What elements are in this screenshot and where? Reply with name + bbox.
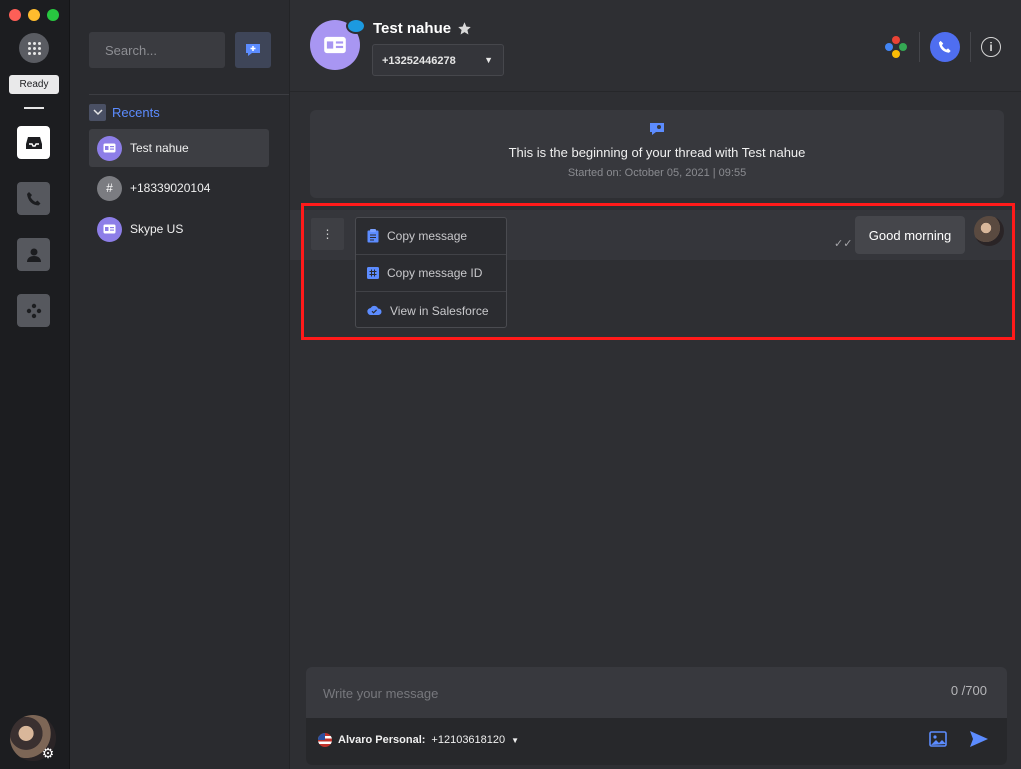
- contact-name: Test nahue: [130, 141, 189, 155]
- chat-bubble-icon: [650, 123, 664, 135]
- message-input[interactable]: Write your message: [323, 686, 438, 701]
- conversation-header: Test nahue +13252446278 ▼ i: [290, 0, 1021, 92]
- contact-item-skype-us[interactable]: Skype US: [89, 210, 269, 248]
- contact-item-test-nahue[interactable]: Test nahue: [89, 129, 269, 167]
- thread-started-text: Started on: October 05, 2021 | 09:55: [567, 167, 747, 179]
- header-divider: [970, 32, 971, 62]
- status-badge[interactable]: Ready: [9, 75, 59, 94]
- window-controls: [9, 9, 59, 21]
- phone-number-select[interactable]: +13252446278 ▼: [372, 44, 504, 76]
- us-flag-icon: [318, 733, 332, 747]
- header-actions: i: [883, 32, 1001, 62]
- id-card-icon: [97, 216, 122, 242]
- sender-number-select[interactable]: Alvaro Personal: +12103618120 ▼: [318, 733, 519, 747]
- contact-name: +18339020104: [130, 181, 211, 195]
- apps-button[interactable]: [17, 294, 50, 327]
- rail-divider: [24, 107, 44, 109]
- contact-icon: [26, 248, 41, 262]
- hash-avatar-icon: #: [97, 175, 122, 201]
- salesforce-badge-icon: [346, 18, 366, 34]
- new-chat-icon: [246, 44, 260, 56]
- recents-section-toggle[interactable]: Recents: [89, 104, 160, 121]
- character-counter: 0 /700: [950, 683, 987, 698]
- contact-title: Test nahue: [373, 20, 472, 37]
- new-message-button[interactable]: [235, 32, 271, 68]
- thread-start-card: This is the beginning of your thread wit…: [310, 110, 1004, 198]
- dialpad-button[interactable]: [19, 33, 49, 63]
- phone-number-value: +13252446278: [382, 55, 456, 67]
- contacts-panel: Search... Recents Test nahue # +18339020…: [70, 0, 290, 769]
- thread-intro-text: This is the beginning of your thread wit…: [508, 145, 806, 160]
- image-attach-icon[interactable]: [929, 730, 947, 748]
- gear-icon[interactable]: ⚙: [40, 745, 56, 761]
- star-icon[interactable]: [457, 21, 472, 36]
- highlight-box: [301, 203, 1015, 340]
- sender-label: Alvaro Personal:: [338, 734, 426, 746]
- contact-item-number[interactable]: # +18339020104: [89, 169, 269, 207]
- sender-number: +12103618120: [431, 734, 506, 746]
- id-card-icon: [324, 36, 346, 54]
- phone-icon: [938, 40, 951, 53]
- apps-icon: [26, 303, 41, 318]
- header-divider: [919, 32, 920, 62]
- phone-icon: [26, 191, 40, 205]
- id-card-icon: [97, 135, 122, 161]
- apps-dots-icon[interactable]: [883, 34, 909, 60]
- close-window-button[interactable]: [9, 9, 21, 21]
- caret-down-icon: ▼: [484, 55, 493, 65]
- send-icon[interactable]: [969, 730, 989, 748]
- dialpad-icon: [27, 41, 41, 55]
- search-input[interactable]: Search...: [89, 32, 225, 68]
- calls-button[interactable]: [17, 182, 50, 215]
- caret-down-icon: ▼: [511, 735, 520, 745]
- inbox-button[interactable]: [17, 126, 50, 159]
- conversation-panel: Test nahue +13252446278 ▼ i This is the …: [290, 0, 1021, 769]
- contacts-divider: [89, 94, 289, 95]
- recents-label: Recents: [112, 105, 160, 120]
- contacts-button[interactable]: [17, 238, 50, 271]
- info-icon[interactable]: i: [981, 37, 1001, 57]
- minimize-window-button[interactable]: [28, 9, 40, 21]
- maximize-window-button[interactable]: [47, 9, 59, 21]
- contact-title-text: Test nahue: [373, 20, 452, 37]
- inbox-icon: [25, 136, 42, 149]
- contact-name: Skype US: [130, 222, 184, 236]
- composer-toolbar: Alvaro Personal: +12103618120 ▼: [306, 718, 1007, 765]
- call-button[interactable]: [930, 32, 960, 62]
- left-rail: Ready ⚙: [0, 0, 70, 769]
- chevron-down-icon: [89, 104, 106, 121]
- message-composer: Write your message 0 /700 Alvaro Persona…: [306, 667, 1007, 765]
- app-window: Ready ⚙ Search... Recents Test nahue # +…: [0, 0, 1021, 769]
